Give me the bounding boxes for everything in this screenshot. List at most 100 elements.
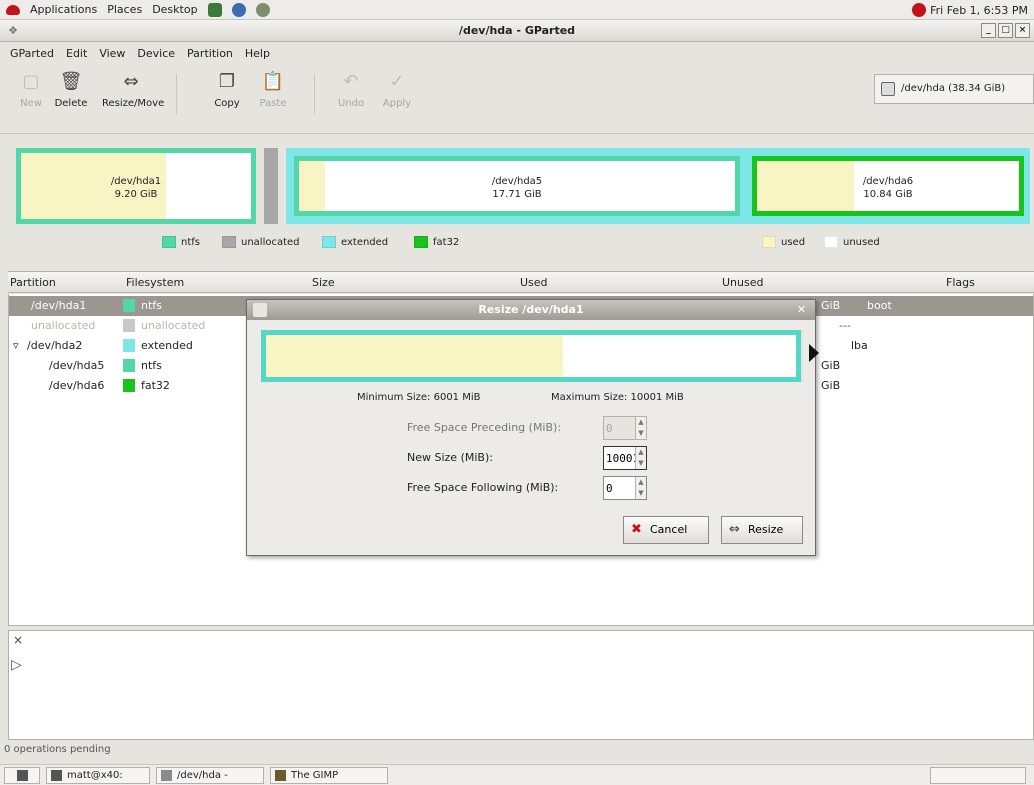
map-partition-hda2-extended[interactable]: /dev/hda5 17.71 GiB /dev/hda6 10.84 GiB [286, 148, 1030, 224]
maximize-button[interactable]: □ [998, 23, 1013, 38]
device-selector[interactable]: /dev/hda (38.34 GiB) [874, 74, 1034, 104]
free-space-preceding-input[interactable] [606, 420, 636, 436]
copy-icon: ❐ [218, 71, 236, 92]
cell-filesystem: ntfs [141, 359, 162, 372]
minimize-button[interactable]: _ [981, 23, 996, 38]
taskbar: matt@x40: /dev/hda - The GIMP [0, 764, 1034, 785]
launcher-mail-icon[interactable] [255, 2, 270, 17]
operations-pane: × ▷ [8, 630, 1034, 740]
map-partition-hda6[interactable]: /dev/hda6 10.84 GiB [752, 156, 1024, 216]
dialog-close-icon[interactable]: ✕ [794, 302, 809, 317]
dialog-titlebar[interactable]: Resize /dev/hda1 ✕ [247, 300, 815, 320]
resize-move-label: Resize/Move [102, 98, 165, 109]
legend-label: unallocated [241, 236, 300, 248]
close-button[interactable]: × [1015, 23, 1030, 38]
expand-arrow-icon[interactable]: ▷ [11, 657, 22, 673]
dialog-icon [253, 303, 267, 317]
column-size[interactable]: Size [312, 276, 335, 289]
top-panel: Applications Places Desktop Fri Feb 1, 6… [0, 0, 1034, 20]
task-label: /dev/hda - [177, 770, 228, 781]
task-gimp[interactable]: The GIMP [270, 767, 388, 784]
cell-partition: /dev/hda6 [49, 379, 105, 392]
resize-handle-right[interactable] [809, 344, 819, 362]
column-unused[interactable]: Unused [722, 276, 763, 289]
map-partition-hda5[interactable]: /dev/hda5 17.71 GiB [294, 156, 740, 216]
new-label: New [20, 98, 42, 109]
toolbar-separator [314, 74, 315, 114]
map-partition-hda1[interactable]: /dev/hda1 9.20 GiB [16, 148, 256, 224]
panel-clock[interactable]: Fri Feb 1, 6:53 PM [912, 3, 1028, 17]
undo-icon: ↶ [343, 71, 359, 92]
expander-icon[interactable]: ▿ [13, 339, 19, 352]
resize-button[interactable]: ⇔ Resize [721, 516, 803, 544]
free-space-following-input[interactable] [606, 480, 636, 496]
panel-places[interactable]: Places [107, 3, 142, 16]
panel-desktop[interactable]: Desktop [152, 3, 197, 16]
legend-extended: extended [322, 236, 388, 248]
show-desktop-button[interactable] [4, 767, 40, 784]
map-partition-name: /dev/hda6 [862, 176, 914, 187]
legend-swatch [322, 236, 336, 248]
window-controls: _ □ × [981, 23, 1030, 38]
cell-flags: boot [867, 299, 892, 312]
legend-ntfs: ntfs [162, 236, 200, 248]
new-size-row: New Size (MiB): ▲▼ [407, 446, 667, 470]
menubar: GParted Edit View Device Partition Help [0, 43, 1034, 63]
panel-applications[interactable]: Applications [30, 3, 97, 16]
resize-partition-bar[interactable] [261, 330, 801, 382]
cell-unused: GiB [821, 359, 841, 372]
menu-gparted[interactable]: GParted [10, 47, 54, 60]
column-partition[interactable]: Partition [10, 276, 56, 289]
paste-label: Paste [259, 98, 287, 109]
copy-label: Copy [214, 98, 240, 109]
update-icon[interactable] [912, 3, 927, 17]
spinner-arrows-icon[interactable]: ▲ ▼ [635, 477, 646, 499]
resize-move-button[interactable]: ⇔ Resize/Move [102, 70, 164, 109]
menu-device[interactable]: Device [137, 47, 175, 60]
clock-text: Fri Feb 1, 6:53 PM [930, 3, 1028, 17]
undo-label: Undo [337, 98, 365, 109]
resize-used-fill [266, 335, 563, 377]
window-titlebar[interactable]: ❖ /dev/hda - GParted _ □ × [0, 20, 1034, 42]
redhat-icon[interactable] [6, 4, 20, 15]
fs-color-swatch [123, 319, 135, 332]
launcher-gimp-icon[interactable] [207, 2, 222, 17]
menu-partition[interactable]: Partition [187, 47, 233, 60]
resize-visual[interactable] [261, 330, 819, 382]
new-size-spinner[interactable]: ▲▼ [603, 446, 647, 470]
spinner-arrows-icon[interactable]: ▲ ▼ [635, 417, 646, 439]
cell-partition: unallocated [31, 319, 96, 332]
paste-button[interactable]: 📋 Paste [244, 70, 302, 109]
close-pane-icon[interactable]: × [13, 633, 23, 647]
legend-unallocated: unallocated [222, 236, 300, 248]
apply-button[interactable]: ✓ Apply [368, 70, 426, 109]
column-flags[interactable]: Flags [946, 276, 975, 289]
column-filesystem[interactable]: Filesystem [126, 276, 184, 289]
menu-edit[interactable]: Edit [66, 47, 87, 60]
menu-view[interactable]: View [99, 47, 125, 60]
task-gparted[interactable]: /dev/hda - [156, 767, 264, 784]
workspace-switcher[interactable] [930, 767, 1026, 784]
menu-help[interactable]: Help [245, 47, 270, 60]
resize-label: Resize [748, 523, 784, 536]
desktop-icon [17, 770, 28, 781]
map-unallocated[interactable] [264, 148, 278, 224]
cancel-button[interactable]: ✖ Cancel [623, 516, 709, 544]
status-bar: 0 operations pending [4, 744, 111, 755]
column-used[interactable]: Used [520, 276, 548, 289]
new-size-input[interactable] [606, 450, 636, 466]
delete-button[interactable]: 🗑 Delete [42, 70, 100, 109]
legend-swatch [222, 236, 236, 248]
cell-filesystem: fat32 [141, 379, 170, 392]
map-partition-size: 9.20 GiB [114, 189, 158, 200]
free-space-preceding-spinner[interactable]: ▲▼ [603, 416, 647, 440]
launcher-browser-icon[interactable] [231, 2, 246, 17]
delete-icon: 🗑 [59, 71, 83, 92]
window-menu-icon[interactable]: ❖ [6, 24, 20, 38]
cell-flags: lba [851, 339, 868, 352]
free-space-following-spinner[interactable]: ▲▼ [603, 476, 647, 500]
spinner-arrows-icon[interactable]: ▲ ▼ [635, 447, 646, 469]
task-terminal[interactable]: matt@x40: [46, 767, 150, 784]
legend-label: extended [341, 236, 389, 248]
legend-label: unused [843, 236, 880, 248]
